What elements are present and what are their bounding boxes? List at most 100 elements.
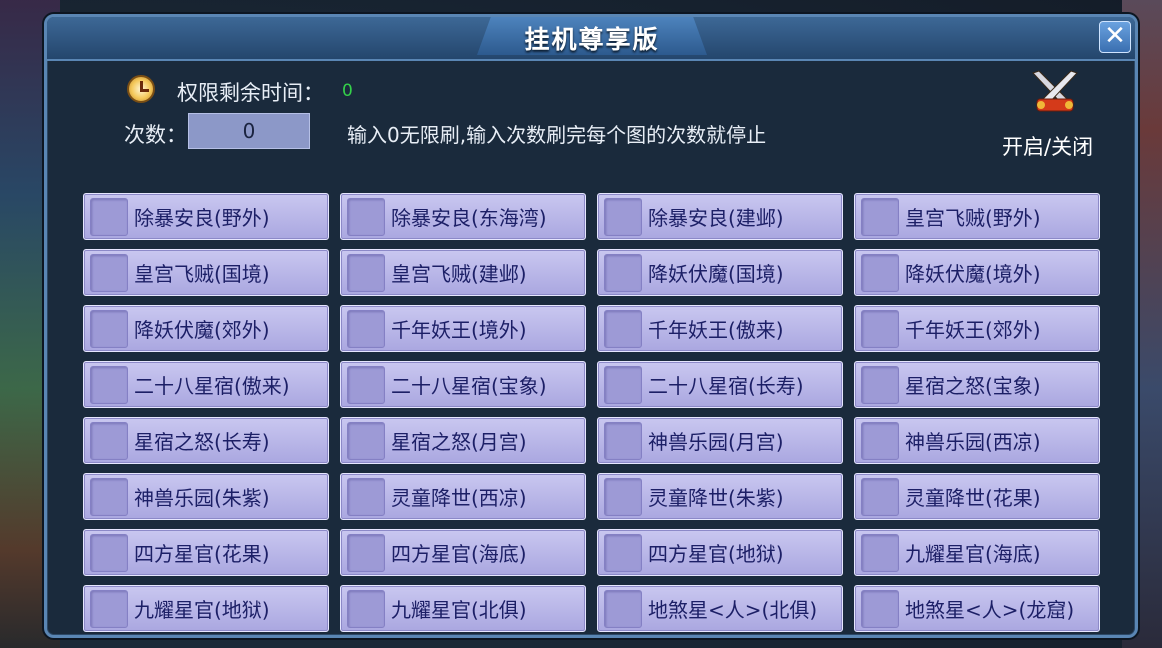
option-checkbox[interactable] xyxy=(347,589,385,628)
option-checkbox[interactable] xyxy=(604,365,642,404)
option-checkbox[interactable] xyxy=(347,309,385,348)
option-label: 灵童降世(西凉) xyxy=(391,486,527,510)
option-label: 二十八星宿(长寿) xyxy=(648,374,804,398)
map-option[interactable]: 二十八星宿(长寿) xyxy=(597,361,843,408)
option-checkbox[interactable] xyxy=(90,365,128,404)
map-option[interactable]: 降妖伏魔(国境) xyxy=(597,249,843,296)
option-label: 皇宫飞贼(国境) xyxy=(134,262,270,286)
option-checkbox[interactable] xyxy=(861,421,899,460)
map-option[interactable]: 九耀星官(北俱) xyxy=(340,585,586,632)
option-checkbox[interactable] xyxy=(604,533,642,572)
map-option-grid: 除暴安良(野外) 除暴安良(东海湾) 除暴安良(建邺) 皇宫飞贼(野外) 皇宫飞贼(国境… xyxy=(83,193,1100,632)
map-option[interactable]: 灵童降世(西凉) xyxy=(340,473,586,520)
option-checkbox[interactable] xyxy=(604,589,642,628)
option-checkbox[interactable] xyxy=(861,533,899,572)
map-option[interactable]: 千年妖王(境外) xyxy=(340,305,586,352)
option-label: 降妖伏魔(境外) xyxy=(905,262,1041,286)
map-option[interactable]: 四方星官(花果) xyxy=(83,529,329,576)
count-label: 次数： xyxy=(124,123,187,147)
option-label: 千年妖王(境外) xyxy=(391,318,527,342)
map-option[interactable]: 降妖伏魔(郊外) xyxy=(83,305,329,352)
option-checkbox[interactable] xyxy=(347,197,385,236)
map-option[interactable]: 神兽乐园(朱紫) xyxy=(83,473,329,520)
option-checkbox[interactable] xyxy=(861,365,899,404)
option-label: 神兽乐园(月宫) xyxy=(648,430,784,454)
map-option[interactable]: 降妖伏魔(境外) xyxy=(854,249,1100,296)
map-option[interactable]: 四方星官(海底) xyxy=(340,529,586,576)
option-checkbox[interactable] xyxy=(90,533,128,572)
map-option[interactable]: 九耀星官(海底) xyxy=(854,529,1100,576)
option-label: 四方星官(海底) xyxy=(391,542,527,566)
map-option[interactable]: 神兽乐园(西凉) xyxy=(854,417,1100,464)
option-label: 灵童降世(花果) xyxy=(905,486,1041,510)
toggle-on-off-label[interactable]: 开启/关闭 xyxy=(1002,131,1093,161)
map-option[interactable]: 除暴安良(建邺) xyxy=(597,193,843,240)
crossed-swords-icon[interactable] xyxy=(1027,69,1083,115)
option-label: 降妖伏魔(郊外) xyxy=(134,318,270,342)
option-checkbox[interactable] xyxy=(604,309,642,348)
map-option[interactable]: 灵童降世(朱紫) xyxy=(597,473,843,520)
map-option[interactable]: 二十八星宿(傲来) xyxy=(83,361,329,408)
option-label: 地煞星<人>(北俱) xyxy=(648,598,818,622)
count-input[interactable]: 0 xyxy=(188,113,310,149)
map-option[interactable]: 九耀星官(地狱) xyxy=(83,585,329,632)
map-option[interactable]: 二十八星宿(宝象) xyxy=(340,361,586,408)
option-label: 千年妖王(郊外) xyxy=(905,318,1041,342)
option-checkbox[interactable] xyxy=(90,421,128,460)
option-label: 二十八星宿(傲来) xyxy=(134,374,290,398)
time-remaining-value: 0 xyxy=(342,81,353,101)
option-checkbox[interactable] xyxy=(861,589,899,628)
map-option[interactable]: 千年妖王(郊外) xyxy=(854,305,1100,352)
option-label: 神兽乐园(朱紫) xyxy=(134,486,270,510)
option-label: 皇宫飞贼(野外) xyxy=(905,206,1041,230)
option-checkbox[interactable] xyxy=(347,365,385,404)
option-checkbox[interactable] xyxy=(604,253,642,292)
option-checkbox[interactable] xyxy=(347,253,385,292)
map-option[interactable]: 除暴安良(东海湾) xyxy=(340,193,586,240)
option-label: 二十八星宿(宝象) xyxy=(391,374,547,398)
afk-premium-dialog: 挂机尊享版 ✕ 权限剩余时间： 0 次数： 0 输入0无限刷,输入次数刷完每个图… xyxy=(44,14,1138,638)
map-option[interactable]: 地煞星<人>(北俱) xyxy=(597,585,843,632)
option-label: 星宿之怒(长寿) xyxy=(134,430,270,454)
clock-icon xyxy=(127,75,155,103)
option-label: 除暴安良(建邺) xyxy=(648,206,784,230)
map-option[interactable]: 神兽乐园(月宫) xyxy=(597,417,843,464)
option-checkbox[interactable] xyxy=(604,477,642,516)
option-label: 除暴安良(东海湾) xyxy=(391,206,547,230)
map-option[interactable]: 皇宫飞贼(国境) xyxy=(83,249,329,296)
map-option[interactable]: 地煞星<人>(龙窟) xyxy=(854,585,1100,632)
map-option[interactable]: 除暴安良(野外) xyxy=(83,193,329,240)
option-label: 千年妖王(傲来) xyxy=(648,318,784,342)
option-label: 皇宫飞贼(建邺) xyxy=(391,262,527,286)
option-checkbox[interactable] xyxy=(90,253,128,292)
map-option[interactable]: 皇宫飞贼(野外) xyxy=(854,193,1100,240)
option-checkbox[interactable] xyxy=(90,477,128,516)
option-checkbox[interactable] xyxy=(347,533,385,572)
option-checkbox[interactable] xyxy=(347,421,385,460)
map-option[interactable]: 皇宫飞贼(建邺) xyxy=(340,249,586,296)
count-hint: 输入0无限刷,输入次数刷完每个图的次数就停止 xyxy=(347,123,767,147)
option-checkbox[interactable] xyxy=(604,421,642,460)
option-label: 九耀星官(北俱) xyxy=(391,598,527,622)
map-option[interactable]: 灵童降世(花果) xyxy=(854,473,1100,520)
option-label: 四方星官(花果) xyxy=(134,542,270,566)
option-checkbox[interactable] xyxy=(861,253,899,292)
option-checkbox[interactable] xyxy=(90,197,128,236)
option-checkbox[interactable] xyxy=(861,197,899,236)
map-option[interactable]: 星宿之怒(月宫) xyxy=(340,417,586,464)
option-checkbox[interactable] xyxy=(90,589,128,628)
map-option[interactable]: 千年妖王(傲来) xyxy=(597,305,843,352)
map-option[interactable]: 星宿之怒(长寿) xyxy=(83,417,329,464)
dialog-title: 挂机尊享版 xyxy=(524,25,660,54)
option-label: 降妖伏魔(国境) xyxy=(648,262,784,286)
close-button[interactable]: ✕ xyxy=(1099,21,1131,53)
option-label: 星宿之怒(宝象) xyxy=(905,374,1041,398)
option-label: 九耀星官(海底) xyxy=(905,542,1041,566)
option-checkbox[interactable] xyxy=(861,309,899,348)
option-checkbox[interactable] xyxy=(604,197,642,236)
map-option[interactable]: 星宿之怒(宝象) xyxy=(854,361,1100,408)
option-checkbox[interactable] xyxy=(90,309,128,348)
option-checkbox[interactable] xyxy=(861,477,899,516)
map-option[interactable]: 四方星官(地狱) xyxy=(597,529,843,576)
option-checkbox[interactable] xyxy=(347,477,385,516)
